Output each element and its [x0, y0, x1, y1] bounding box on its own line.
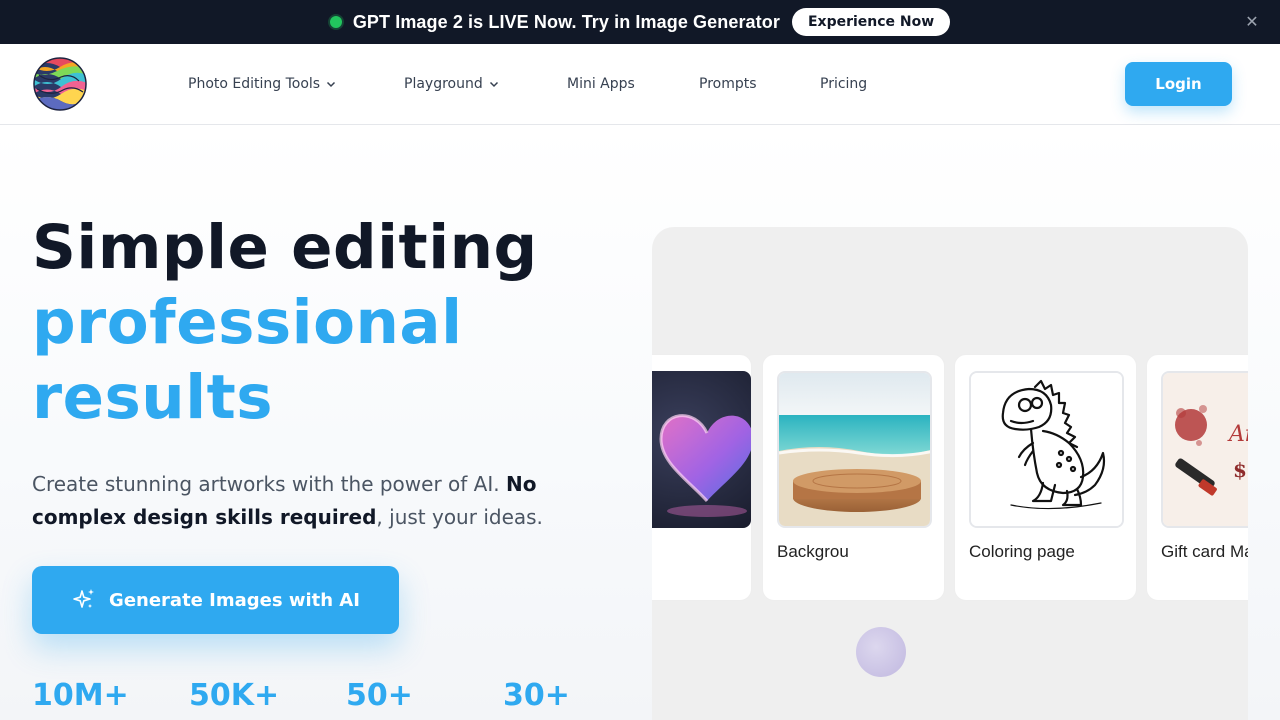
dinosaur-thumbnail [969, 371, 1124, 528]
live-indicator-icon [329, 16, 342, 28]
gift-card-image: Aish GIFT $50 [1163, 373, 1248, 526]
swirl-logo-icon [33, 57, 87, 111]
nav-playground[interactable]: Playground [404, 75, 499, 93]
stat-value: 10M+ [32, 678, 129, 713]
sparkles-icon [73, 589, 95, 608]
stat-value: 50+ [346, 678, 413, 713]
announcement-bar: GPT Image 2 is LIVE Now. Try in Image Ge… [0, 0, 1280, 44]
chevron-down-icon [327, 81, 336, 88]
hero-subtitle: Create stunning artworks with the power … [32, 468, 592, 534]
stat-value: 50K+ [189, 678, 280, 713]
nav-photo-editing-tools[interactable]: Photo Editing Tools [188, 75, 336, 93]
hero-title-line-1: Simple editing [32, 212, 538, 283]
subtitle-text-end: , just your ideas. [376, 505, 543, 529]
glass-heart-image [652, 371, 751, 528]
chevron-down-icon [489, 81, 498, 88]
gift-card-thumbnail: Aish GIFT $50 [1161, 371, 1248, 528]
tool-card-label: Coloring page [969, 542, 1075, 561]
logo[interactable] [33, 57, 87, 111]
hero-title-line-2: professional [32, 287, 463, 358]
beach-podium-thumbnail [777, 371, 932, 528]
close-icon[interactable]: ✕ [1242, 12, 1262, 32]
nav-label: Playground [404, 76, 483, 92]
nav-label: Mini Apps [567, 76, 635, 92]
hero-section: Simple editing professional results Crea… [0, 125, 1280, 720]
announcement-message: GPT Image 2 is LIVE Now. Try in Image Ge… [352, 11, 780, 32]
nav-prompts[interactable]: Prompts [699, 75, 757, 93]
cursor-blob-icon [856, 627, 906, 677]
tool-card[interactable]: Coloring page [954, 354, 1137, 601]
tool-card[interactable]: Aish GIFT $50 Gift card Maker [1146, 354, 1248, 601]
hero-title-line-3: results [32, 362, 274, 433]
tool-card-label: Backgrou [777, 542, 849, 561]
generate-images-label: Generate Images with AI [109, 589, 360, 611]
nav-pricing[interactable]: Pricing [820, 75, 867, 93]
svg-text:Aish: Aish [1227, 422, 1248, 447]
nav-mini-apps[interactable]: Mini Apps [567, 75, 635, 93]
tool-card[interactable]: Backgrou [762, 354, 945, 601]
nav-label: Pricing [820, 76, 868, 92]
login-button[interactable]: Login [1125, 62, 1232, 106]
nav-label: Photo Editing Tools [188, 76, 321, 92]
showcase-panel: Backgrou Coloring page A $ Gift card M [652, 227, 1248, 720]
subtitle-text: Create stunning artworks with the power … [32, 472, 506, 496]
dinosaur-line-art-image [971, 373, 1122, 526]
site-header: Photo Editing Tools Playground Mini Apps… [0, 44, 1280, 125]
tool-card[interactable] [652, 354, 752, 601]
experience-now-button[interactable]: Experience Now [791, 8, 951, 36]
generate-images-button[interactable]: Generate Images with AI [32, 566, 399, 634]
beach-podium-image [779, 373, 930, 526]
stat-value: 30+ [503, 678, 570, 713]
tool-card-label: Gift card Maker [1161, 542, 1248, 561]
nav-label: Prompts [699, 76, 757, 92]
svg-text:$50: $50 [1233, 458, 1248, 482]
glass-heart-thumbnail [652, 371, 751, 528]
